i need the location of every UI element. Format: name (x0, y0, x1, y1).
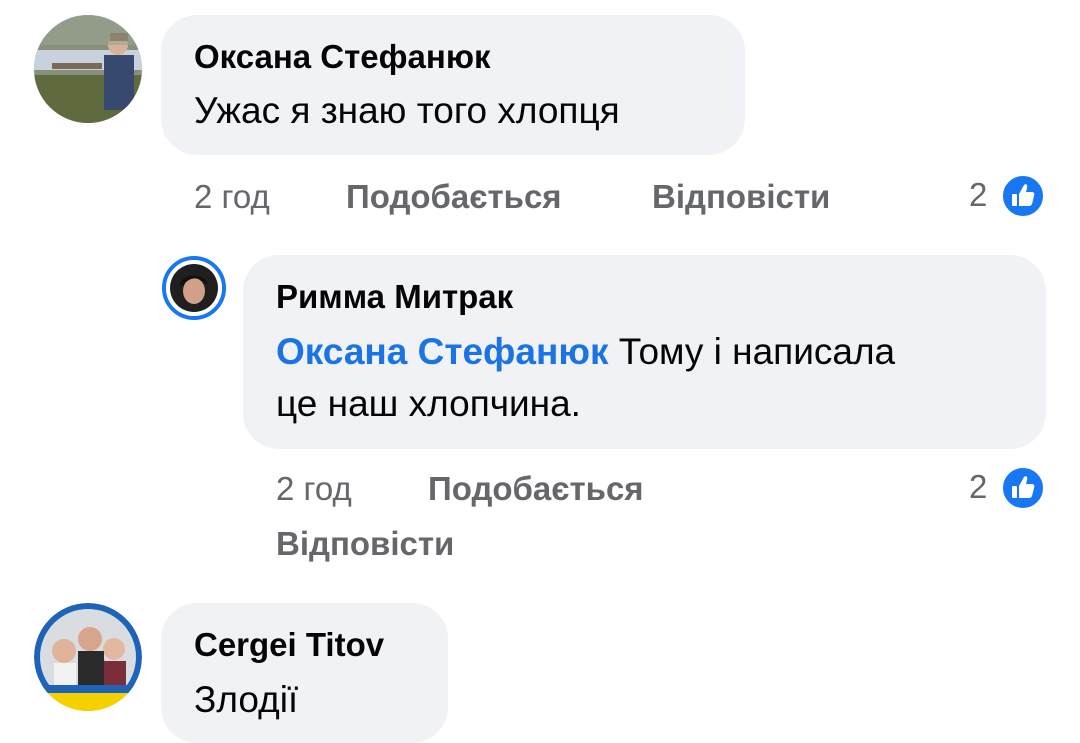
avatar-cergei[interactable] (34, 603, 142, 711)
comment-text: Оксана Стефанюк Тому і написала це наш х… (276, 326, 895, 430)
comment-text-line2: це наш хлопчина. (276, 383, 581, 424)
comment-text: Ужас я знаю того хлопця (194, 90, 620, 131)
like-icon[interactable] (1000, 465, 1046, 516)
comment-timestamp[interactable]: 2 год (194, 178, 270, 216)
reply-button[interactable]: Відповісти (276, 525, 454, 563)
avatar-rymma[interactable] (162, 256, 226, 320)
avatar-oksana[interactable] (34, 15, 142, 123)
like-button[interactable]: Подобається (428, 470, 644, 508)
reply-button[interactable]: Відповісти (652, 178, 830, 216)
reaction-count[interactable]: 2 (969, 468, 987, 506)
mention-link[interactable]: Оксана Стефанюк (276, 331, 608, 372)
comment-author[interactable]: Римма Митрак (276, 278, 513, 316)
comment-text-line1: Тому і написала (618, 331, 896, 372)
like-icon[interactable] (1000, 173, 1046, 224)
comment-author[interactable]: Cergei Titov (194, 626, 384, 664)
comment-timestamp[interactable]: 2 год (276, 470, 352, 508)
like-button[interactable]: Подобається (346, 178, 562, 216)
comment-text: Злодії (194, 679, 299, 720)
comment-author[interactable]: Оксана Стефанюк (194, 38, 491, 76)
reaction-count[interactable]: 2 (969, 176, 987, 214)
